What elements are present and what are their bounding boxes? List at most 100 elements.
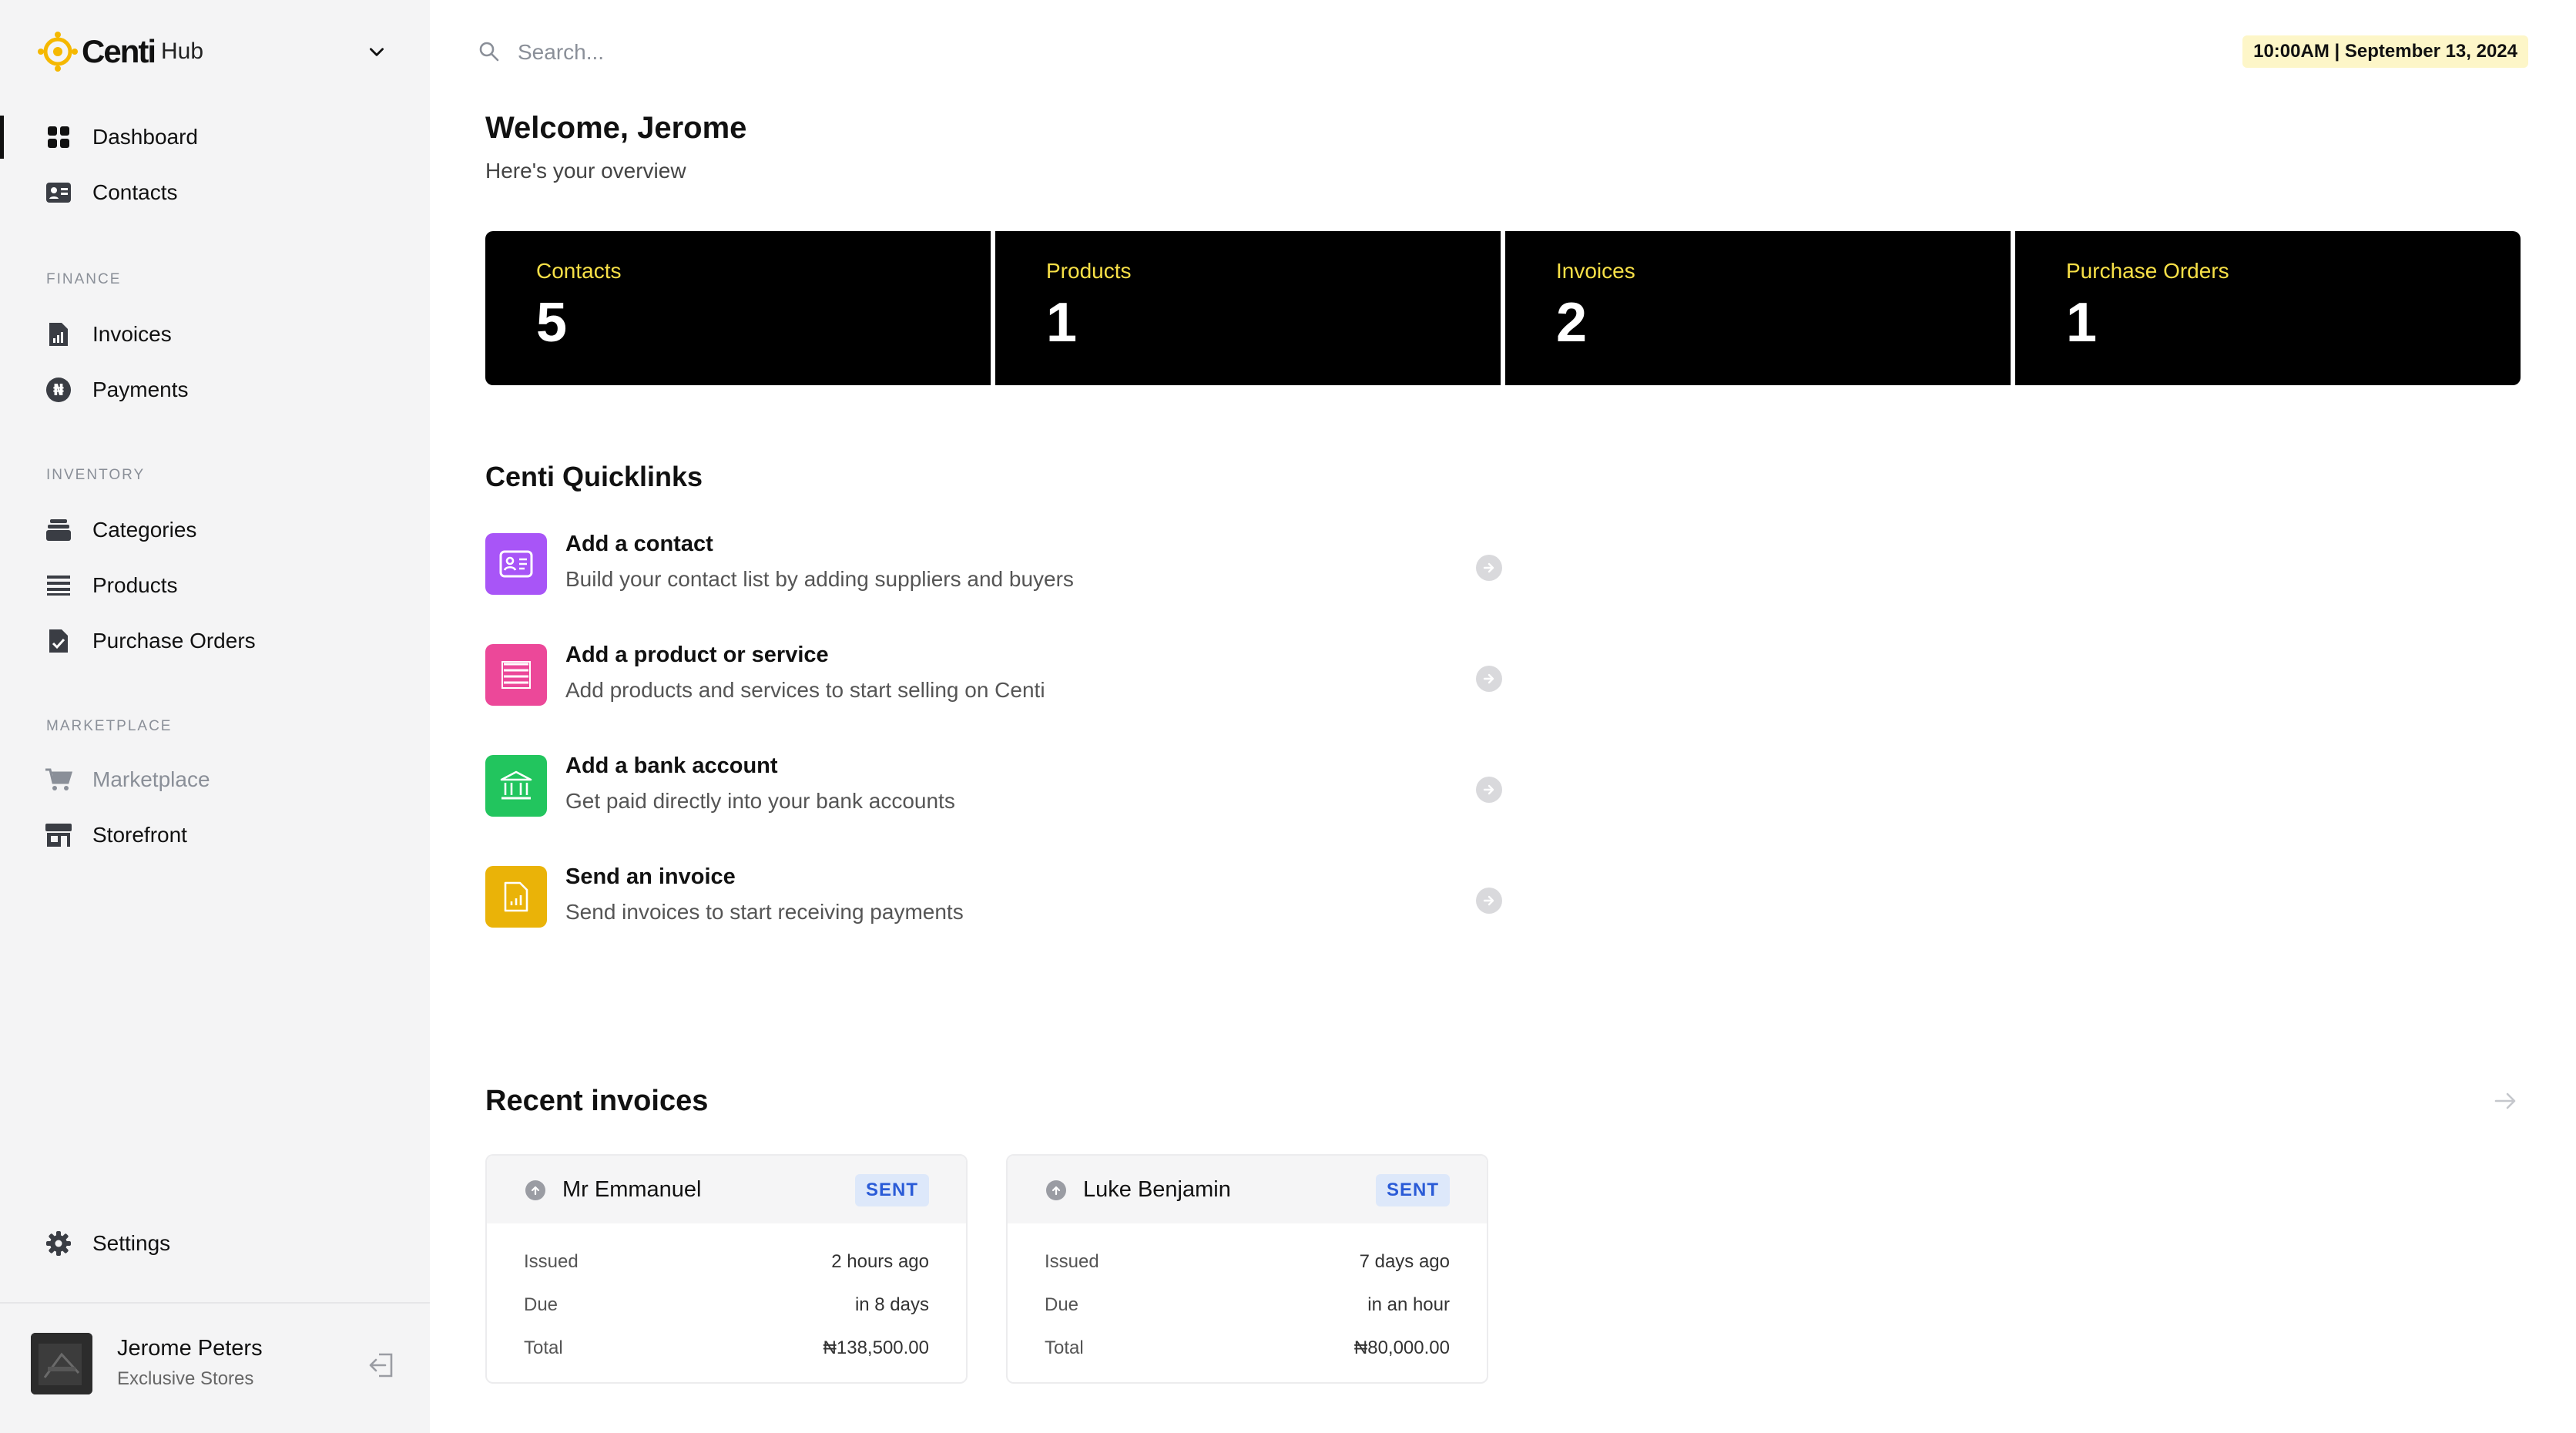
dashboard-grid-icon	[45, 123, 72, 151]
bank-icon	[485, 755, 547, 817]
quicklink-add-product[interactable]: Add a product or service Add products an…	[485, 643, 1502, 720]
recent-invoices-title: Recent invoices	[485, 1085, 709, 1117]
section-label-inventory: INVENTORY	[46, 467, 146, 483]
arrow-right-icon[interactable]	[2493, 1088, 2519, 1114]
list-icon	[45, 572, 72, 599]
sidebar-item-label: Contacts	[92, 180, 178, 204]
page-subtitle: Here's your overview	[485, 159, 686, 183]
sidebar-item-storefront[interactable]: Storefront	[0, 809, 430, 861]
avatar[interactable]	[31, 1333, 92, 1394]
sidebar-item-label: Invoices	[92, 322, 172, 346]
datetime-badge: 10:00AM | September 13, 2024	[2242, 35, 2528, 68]
stat-label: Products	[1046, 259, 1132, 283]
arrow-right-icon[interactable]	[1476, 777, 1502, 803]
invoice-customer-name: Mr Emmanuel	[562, 1177, 702, 1202]
list-icon	[485, 644, 547, 706]
sidebar-item-products[interactable]: Products	[0, 559, 430, 612]
section-label-finance: FINANCE	[46, 271, 122, 287]
stat-card-invoices[interactable]: Invoices 2	[1505, 231, 2011, 385]
naira-coin-icon: ₦	[45, 376, 72, 404]
invoice-card-header: Mr Emmanuel SENT	[487, 1156, 966, 1223]
quicklink-title: Send an invoice	[565, 864, 736, 889]
row-label: Total	[1045, 1337, 1084, 1358]
invoice-row-issued: Issued 2 hours ago	[524, 1251, 929, 1273]
stat-card-products[interactable]: Products 1	[995, 231, 1501, 385]
stat-value: 1	[1046, 292, 1078, 354]
sidebar-item-settings[interactable]: Settings	[0, 1217, 430, 1270]
invoice-card-header: Luke Benjamin SENT	[1008, 1156, 1487, 1223]
row-value: ₦138,500.00	[823, 1337, 929, 1358]
user-name: Jerome Peters	[117, 1336, 263, 1361]
cart-icon	[45, 766, 72, 794]
chevron-down-icon[interactable]	[365, 40, 388, 63]
divider	[0, 1302, 430, 1304]
sidebar-item-contacts[interactable]: Contacts	[0, 166, 430, 219]
row-label: Total	[524, 1337, 563, 1358]
invoice-row-issued: Issued 7 days ago	[1045, 1251, 1450, 1273]
stat-value: 2	[1556, 292, 1588, 354]
stats-bar: Contacts 5 Products 1 Invoices 2 Purchas…	[485, 231, 2521, 385]
invoice-row-due: Due in 8 days	[524, 1294, 929, 1316]
arrow-right-icon[interactable]	[1476, 666, 1502, 692]
quicklink-add-contact[interactable]: Add a contact Build your contact list by…	[485, 532, 1502, 609]
quicklink-send-invoice[interactable]: Send an invoice Send invoices to start r…	[485, 864, 1502, 941]
invoice-doc-icon	[45, 320, 72, 348]
sidebar-item-invoices[interactable]: Invoices	[0, 308, 430, 361]
stat-card-purchase-orders[interactable]: Purchase Orders 1	[2015, 231, 2521, 385]
quicklink-add-bank-account[interactable]: Add a bank account Get paid directly int…	[485, 753, 1502, 831]
order-check-icon	[45, 627, 72, 655]
quicklinks-title: Centi Quicklinks	[485, 461, 703, 492]
quicklink-title: Add a contact	[565, 532, 713, 556]
arrow-right-icon[interactable]	[1476, 888, 1502, 914]
row-label: Due	[524, 1294, 558, 1315]
page-title: Welcome, Jerome	[485, 111, 747, 145]
sidebar-item-label: Payments	[92, 378, 189, 401]
sidebar-item-dashboard[interactable]: Dashboard	[0, 111, 430, 163]
quicklink-subtitle: Build your contact list by adding suppli…	[565, 567, 1074, 591]
search-input[interactable]	[518, 34, 1211, 71]
sidebar-item-marketplace[interactable]: Marketplace	[0, 753, 430, 806]
invoice-card[interactable]: Mr Emmanuel SENT Issued 2 hours ago Due …	[485, 1154, 968, 1384]
arrow-up-icon	[525, 1180, 545, 1200]
stat-value: 1	[2066, 292, 2098, 354]
contact-card-icon	[45, 179, 72, 206]
stack-icon	[45, 516, 72, 544]
stat-card-contacts[interactable]: Contacts 5	[485, 231, 991, 385]
arrow-up-icon	[1046, 1180, 1066, 1200]
sidebar-item-label: Categories	[92, 518, 197, 542]
svg-text:₦: ₦	[53, 381, 64, 399]
invoice-row-total: Total ₦138,500.00	[524, 1337, 929, 1359]
logout-icon[interactable]	[367, 1350, 397, 1381]
quicklink-title: Add a bank account	[565, 753, 778, 778]
sidebar-item-payments[interactable]: ₦ Payments	[0, 364, 430, 416]
sidebar-item-categories[interactable]: Categories	[0, 504, 430, 556]
sidebar: Centi Hub Dashboard Contacts FINANCE Inv…	[0, 0, 430, 1433]
quicklink-subtitle: Get paid directly into your bank account…	[565, 789, 955, 813]
brand-name: Centi	[82, 33, 156, 69]
user-store-name: Exclusive Stores	[117, 1368, 254, 1389]
contact-card-icon	[485, 533, 547, 595]
sidebar-item-label: Purchase Orders	[92, 629, 256, 653]
row-label: Issued	[524, 1251, 579, 1272]
invoice-card[interactable]: Luke Benjamin SENT Issued 7 days ago Due…	[1006, 1154, 1488, 1384]
row-value: ₦80,000.00	[1353, 1337, 1450, 1358]
sidebar-item-label: Dashboard	[92, 125, 198, 149]
row-value: 2 hours ago	[831, 1251, 929, 1272]
brand-suffix: Hub	[161, 39, 204, 64]
sidebar-item-label: Marketplace	[92, 767, 210, 791]
gear-icon	[45, 1230, 72, 1257]
brand-logo[interactable]: Centi Hub	[37, 29, 203, 74]
stat-label: Contacts	[536, 259, 622, 283]
row-value: in 8 days	[854, 1294, 929, 1315]
stat-label: Purchase Orders	[2066, 259, 2229, 283]
quicklink-title: Add a product or service	[565, 643, 829, 667]
arrow-right-icon[interactable]	[1476, 555, 1502, 581]
sidebar-item-purchase-orders[interactable]: Purchase Orders	[0, 615, 430, 667]
quicklink-subtitle: Send invoices to start receiving payment…	[565, 900, 964, 924]
invoice-row-due: Due in an hour	[1045, 1294, 1450, 1316]
row-value: in an hour	[1367, 1294, 1450, 1315]
invoice-customer-name: Luke Benjamin	[1083, 1177, 1231, 1202]
row-label: Issued	[1045, 1251, 1099, 1272]
centi-logo-icon	[38, 32, 78, 72]
sidebar-item-label: Products	[92, 573, 178, 597]
